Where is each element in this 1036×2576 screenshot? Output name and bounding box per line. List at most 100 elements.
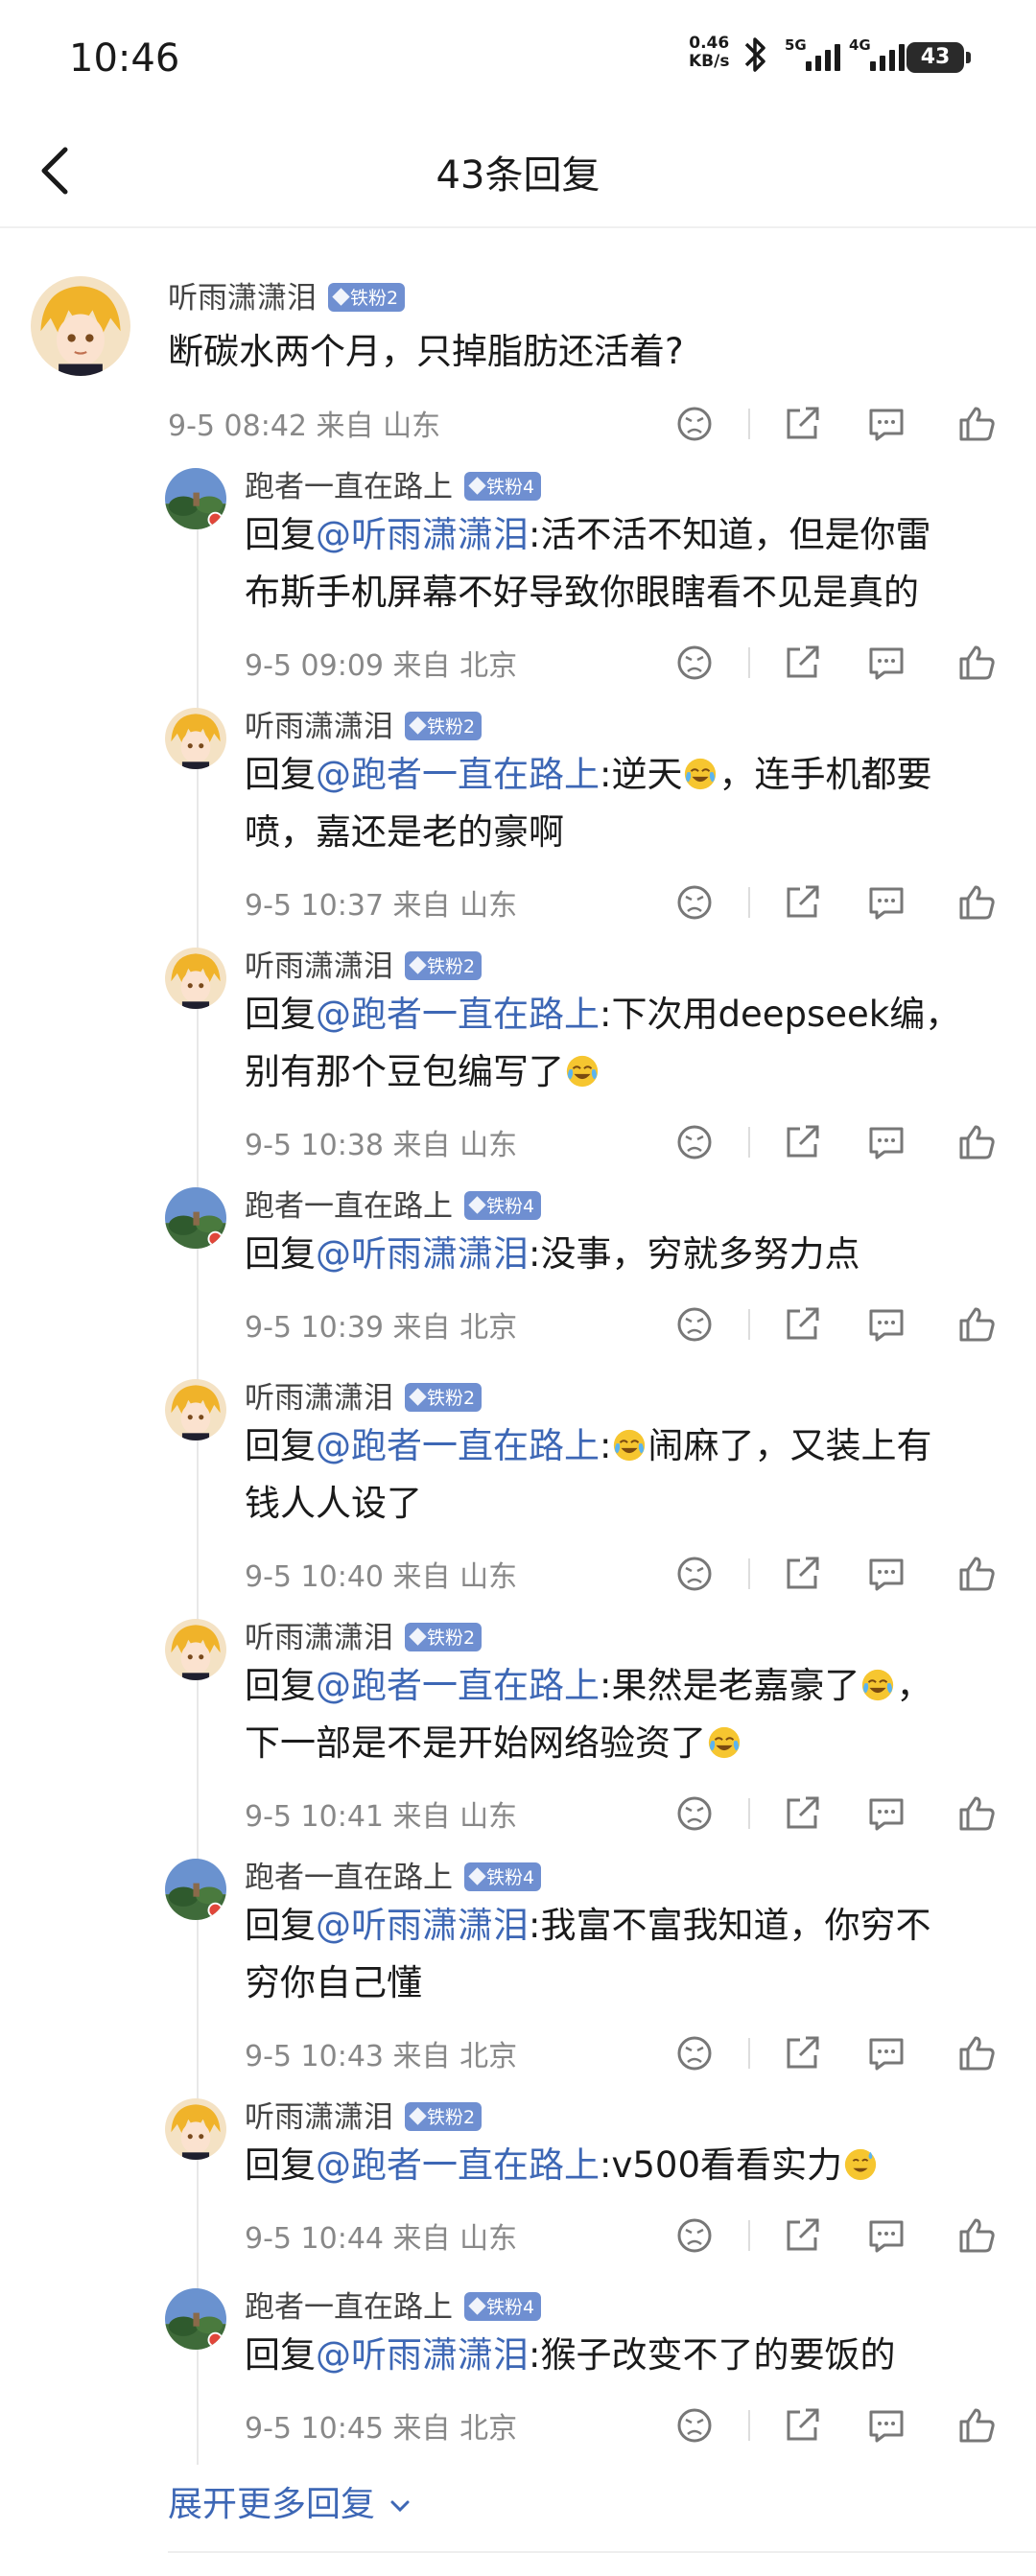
- share-icon[interactable]: [779, 1301, 825, 1347]
- mention-link[interactable]: @听雨潇潇泪: [316, 1905, 529, 1946]
- username[interactable]: 听雨潇潇泪: [245, 1381, 393, 1416]
- clock: 10:46: [69, 36, 180, 81]
- dislike-icon[interactable]: [671, 2030, 718, 2076]
- username[interactable]: 听雨潇潇泪: [245, 710, 393, 744]
- dislike-icon[interactable]: [671, 1791, 718, 1837]
- avatar[interactable]: [165, 1859, 226, 1920]
- avatar[interactable]: [31, 276, 130, 376]
- comment-author[interactable]: 听雨潇潇泪 铁粉2: [168, 273, 406, 316]
- comment-icon[interactable]: [863, 1119, 909, 1165]
- dislike-icon[interactable]: [671, 640, 718, 686]
- reply-meta: 9-5 10:43 来自 北京: [245, 2032, 517, 2074]
- dislike-icon[interactable]: [671, 401, 718, 447]
- dislike-icon[interactable]: [671, 1119, 718, 1165]
- fan-badge: 铁粉2: [405, 2101, 483, 2131]
- comment-icon[interactable]: [863, 1551, 909, 1597]
- reply-author[interactable]: 跑者一直在路上 铁粉4: [245, 1853, 542, 1896]
- avatar[interactable]: [165, 948, 226, 1009]
- dislike-icon[interactable]: [671, 879, 718, 925]
- username[interactable]: 听雨潇潇泪: [168, 281, 317, 316]
- reply-time: 9-5 10:41: [245, 1800, 384, 1834]
- avatar[interactable]: [165, 468, 226, 529]
- reply-author[interactable]: 跑者一直在路上 铁粉4: [245, 1182, 542, 1225]
- username[interactable]: 听雨潇潇泪: [245, 1621, 393, 1655]
- like-icon[interactable]: [954, 1551, 1000, 1597]
- status-bar: 10:46 0.46 KB/s 5G 4G 43: [0, 0, 1036, 115]
- like-icon[interactable]: [954, 1119, 1000, 1165]
- share-icon[interactable]: [779, 1551, 825, 1597]
- reply-author[interactable]: 跑者一直在路上 铁粉4: [245, 2283, 542, 2326]
- diamond-icon: [468, 1867, 486, 1885]
- reply-time: 9-5 10:37: [245, 889, 384, 923]
- divider: [748, 1798, 750, 1829]
- like-icon[interactable]: [954, 1791, 1000, 1837]
- mention-link[interactable]: @跑者一直在路上: [316, 1425, 600, 1466]
- fan-badge: 铁粉2: [405, 950, 483, 980]
- dislike-icon[interactable]: [671, 1301, 718, 1347]
- reply-text: :: [600, 1425, 612, 1466]
- like-icon[interactable]: [954, 2030, 1000, 2076]
- comment-icon[interactable]: [863, 640, 909, 686]
- avatar[interactable]: [165, 2098, 226, 2160]
- avatar[interactable]: [165, 1619, 226, 1680]
- username[interactable]: 跑者一直在路上: [245, 1861, 453, 1895]
- share-icon[interactable]: [779, 879, 825, 925]
- fan-badge: 铁粉2: [328, 282, 406, 312]
- comment-icon[interactable]: [863, 879, 909, 925]
- comment-icon[interactable]: [863, 401, 909, 447]
- like-icon[interactable]: [954, 401, 1000, 447]
- reply-author[interactable]: 听雨潇潇泪 铁粉2: [245, 1373, 483, 1417]
- username[interactable]: 听雨潇潇泪: [245, 949, 393, 984]
- fan-badge: 铁粉4: [464, 1862, 542, 1891]
- reply-author[interactable]: 听雨潇潇泪 铁粉2: [245, 1613, 483, 1656]
- reply-author[interactable]: 听雨潇潇泪 铁粉2: [245, 702, 483, 745]
- reply-text-line: 下一部是不是开始网络验资了: [245, 1715, 1012, 1772]
- mention-link[interactable]: @跑者一直在路上: [316, 994, 600, 1035]
- avatar[interactable]: [165, 1379, 226, 1440]
- share-icon[interactable]: [779, 2213, 825, 2259]
- share-icon[interactable]: [779, 401, 825, 447]
- mention-link[interactable]: @听雨潇潇泪: [316, 2334, 529, 2376]
- reply-location: 来自 山东: [392, 1129, 518, 1162]
- dislike-icon[interactable]: [671, 1551, 718, 1597]
- reply-prefix: 回复: [245, 994, 316, 1035]
- comment-icon[interactable]: [863, 1791, 909, 1837]
- expand-more-label[interactable]: 展开更多回复: [168, 2485, 375, 2524]
- share-icon[interactable]: [779, 640, 825, 686]
- share-icon[interactable]: [779, 1791, 825, 1837]
- username[interactable]: 跑者一直在路上: [245, 470, 453, 504]
- reply-body: 回复@跑者一直在路上:逆天 ，连手机都要 喷，嘉还是老的豪啊: [245, 746, 1012, 861]
- avatar[interactable]: [165, 1187, 226, 1249]
- mention-link[interactable]: @跑者一直在路上: [316, 754, 600, 795]
- expand-more-replies-button[interactable]: 展开更多回复: [168, 2476, 414, 2526]
- laugh-cry-emoji-icon: [685, 758, 717, 790]
- reply-prefix: 回复: [245, 514, 316, 555]
- mention-link[interactable]: @跑者一直在路上: [316, 2144, 600, 2186]
- share-icon[interactable]: [779, 2402, 825, 2448]
- reply-author[interactable]: 听雨潇潇泪 铁粉2: [245, 942, 483, 985]
- comment-icon[interactable]: [863, 2213, 909, 2259]
- share-icon[interactable]: [779, 2030, 825, 2076]
- like-icon[interactable]: [954, 640, 1000, 686]
- dislike-icon[interactable]: [671, 2402, 718, 2448]
- username[interactable]: 听雨潇潇泪: [245, 2100, 393, 2135]
- username[interactable]: 跑者一直在路上: [245, 2290, 453, 2325]
- mention-link[interactable]: @跑者一直在路上: [316, 1665, 600, 1706]
- share-icon[interactable]: [779, 1119, 825, 1165]
- mention-link[interactable]: @听雨潇潇泪: [316, 1233, 529, 1275]
- like-icon[interactable]: [954, 2213, 1000, 2259]
- comment-icon[interactable]: [863, 1301, 909, 1347]
- reply-author[interactable]: 跑者一直在路上 铁粉4: [245, 462, 542, 505]
- like-icon[interactable]: [954, 2402, 1000, 2448]
- divider: [748, 409, 750, 439]
- comment-icon[interactable]: [863, 2402, 909, 2448]
- username[interactable]: 跑者一直在路上: [245, 1189, 453, 1224]
- like-icon[interactable]: [954, 879, 1000, 925]
- avatar[interactable]: [165, 2288, 226, 2350]
- like-icon[interactable]: [954, 1301, 1000, 1347]
- reply-author[interactable]: 听雨潇潇泪 铁粉2: [245, 2093, 483, 2136]
- avatar[interactable]: [165, 708, 226, 769]
- comment-icon[interactable]: [863, 2030, 909, 2076]
- mention-link[interactable]: @听雨潇潇泪: [316, 514, 529, 555]
- dislike-icon[interactable]: [671, 2213, 718, 2259]
